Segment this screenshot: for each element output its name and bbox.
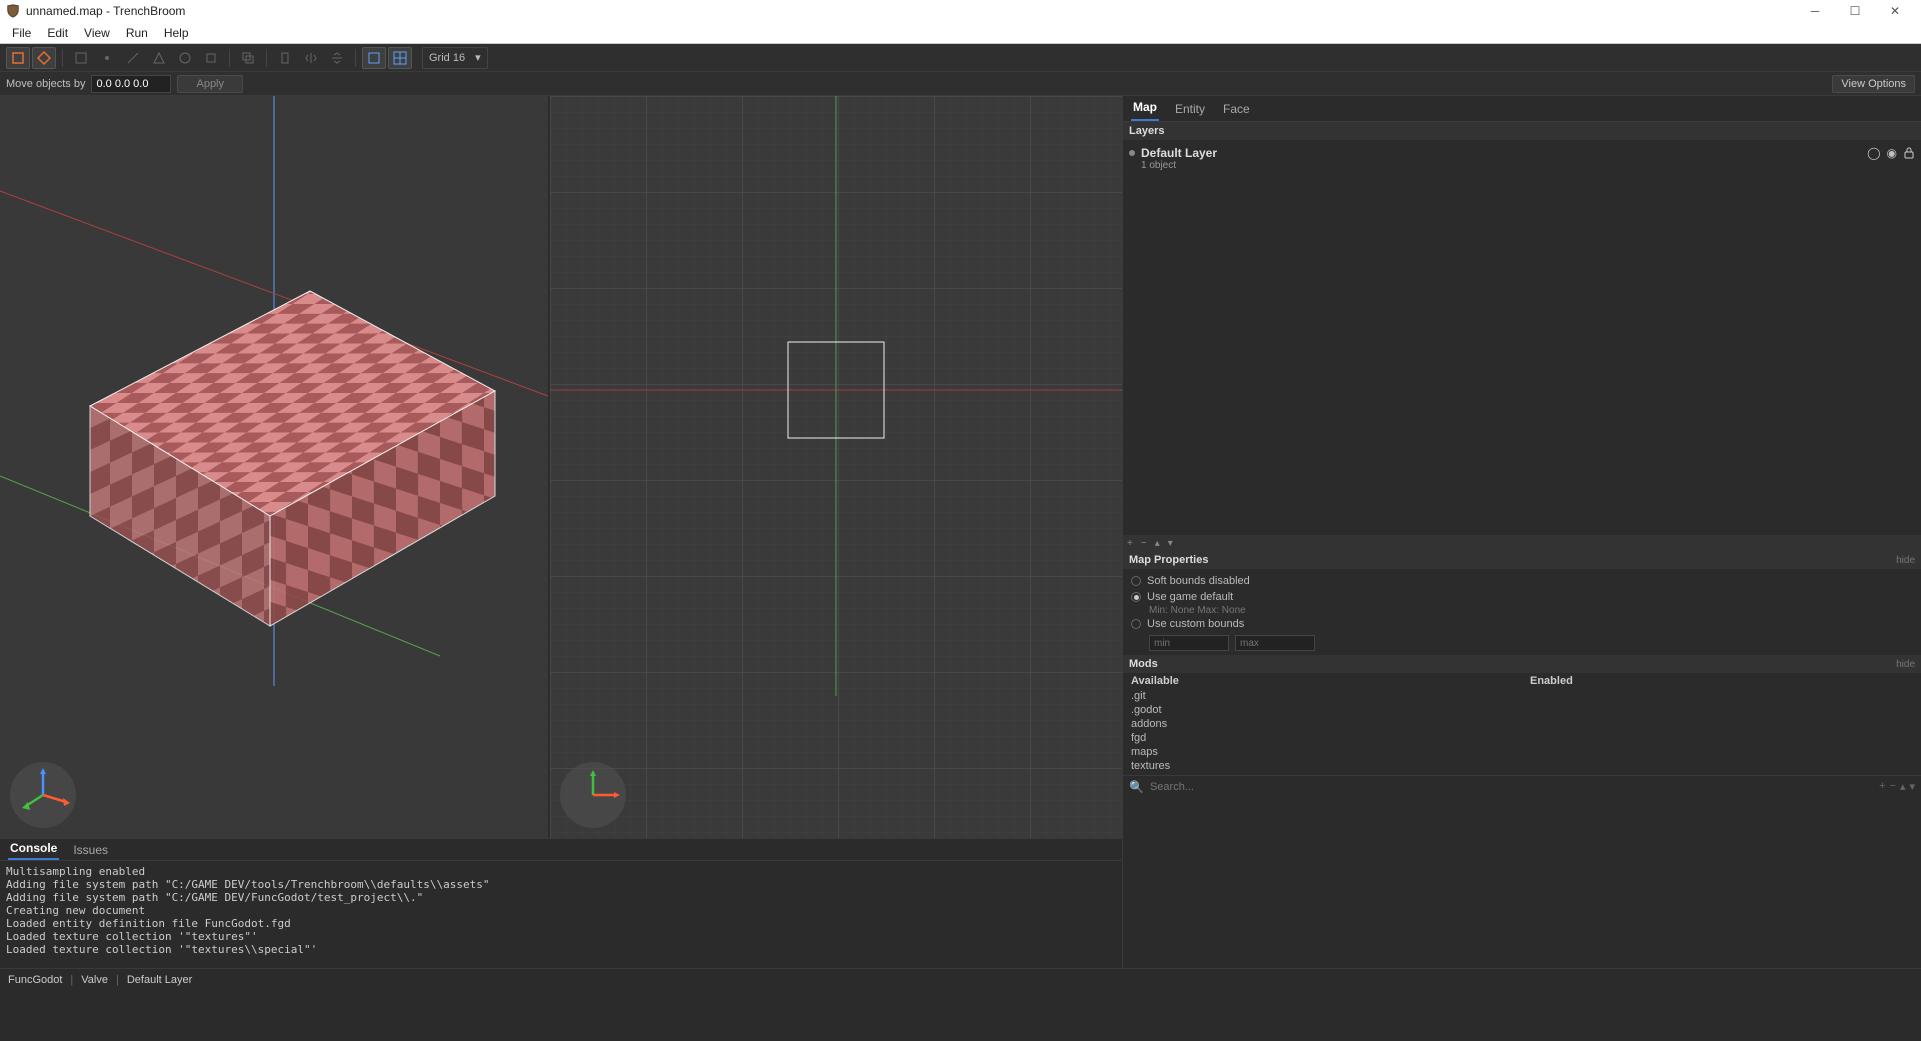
bounds-none-label: Min: None Max: None <box>1131 605 1913 616</box>
grid-toggle[interactable] <box>388 47 412 69</box>
menu-file[interactable]: File <box>4 24 39 42</box>
search-icon: 🔍 <box>1129 780 1144 794</box>
tab-map[interactable]: Map <box>1131 95 1159 121</box>
mods-header: Mods hide <box>1123 655 1921 673</box>
move-label: Move objects by <box>6 78 85 90</box>
add-mod-button[interactable]: + <box>1879 780 1885 793</box>
layer-toolbar: + − ▴ ▾ <box>1123 535 1921 551</box>
axis-widget-3d[interactable] <box>10 762 76 828</box>
movebar: Move objects by Apply View Options <box>0 72 1921 96</box>
mod-item[interactable]: textures <box>1131 759 1514 773</box>
layer-row[interactable]: Default Layer 1 object ◯ ◉ <box>1129 144 1915 173</box>
tool-duplicate[interactable] <box>273 47 297 69</box>
layer-lock-icon[interactable] <box>1903 147 1915 159</box>
status-layer: Default Layer <box>127 974 192 986</box>
mod-item[interactable]: .godot <box>1131 703 1514 717</box>
menu-run[interactable]: Run <box>118 24 156 42</box>
titlebar: unnamed.map - TrenchBroom ─ ☐ ✕ <box>0 0 1921 22</box>
mod-up-button[interactable]: ▴ <box>1900 780 1906 793</box>
mods-enabled-header: Enabled <box>1530 675 1913 687</box>
layer-active-icon[interactable]: ◯ <box>1867 146 1880 160</box>
map-properties: Soft bounds disabled Use game default Mi… <box>1123 569 1921 655</box>
layer-count: 1 object <box>1141 160 1217 171</box>
chevron-down-icon: ▾ <box>475 51 481 64</box>
view-options-button[interactable]: View Options <box>1832 75 1915 93</box>
radio-game-default[interactable]: Use game default <box>1131 589 1913 605</box>
layers-header: Layers <box>1123 122 1921 140</box>
move-input[interactable] <box>91 75 171 93</box>
status-game: FuncGodot <box>8 974 62 986</box>
tool-vertex[interactable] <box>95 47 119 69</box>
status-format: Valve <box>81 974 108 986</box>
side-panel: Map Entity Face Layers Default Layer 1 o… <box>1122 96 1921 968</box>
tool-brush[interactable] <box>32 47 56 69</box>
bounds-min-input[interactable] <box>1149 635 1229 651</box>
add-layer-button[interactable]: + <box>1127 538 1133 549</box>
window-title: unnamed.map - TrenchBroom <box>26 4 185 18</box>
remove-layer-button[interactable]: − <box>1141 538 1147 549</box>
mod-item[interactable]: addons <box>1131 717 1514 731</box>
move-down-button[interactable]: ▾ <box>1168 538 1173 549</box>
bullet-icon <box>1129 150 1135 156</box>
mod-item[interactable]: fgd <box>1131 731 1514 745</box>
tool-scale[interactable] <box>199 47 223 69</box>
maximize-button[interactable]: ☐ <box>1835 0 1875 22</box>
hide-link-mods[interactable]: hide <box>1896 659 1915 670</box>
menu-view[interactable]: View <box>76 24 118 42</box>
grid-size-select[interactable]: Grid 16 ▾ <box>422 47 488 69</box>
axis-widget-2d[interactable] <box>560 762 626 828</box>
tool-select[interactable] <box>6 47 30 69</box>
mods-available-header: Available <box>1131 675 1514 687</box>
minimize-button[interactable]: ─ <box>1795 0 1835 22</box>
move-up-button[interactable]: ▴ <box>1155 538 1160 549</box>
mods-search-row: 🔍 + − ▴ ▾ <box>1123 775 1921 797</box>
hide-link[interactable]: hide <box>1896 555 1915 566</box>
app-icon <box>6 4 20 18</box>
radio-custom-bounds[interactable]: Use custom bounds <box>1131 616 1913 632</box>
viewport-2d[interactable] <box>548 96 1122 838</box>
grid-size-label: Grid 16 <box>429 52 465 64</box>
tool-flip-h[interactable] <box>299 47 323 69</box>
radio-soft-bounds-disabled[interactable]: Soft bounds disabled <box>1131 573 1913 589</box>
console-panel: Console Issues Multisampling enabled Add… <box>0 838 1122 968</box>
mod-down-button[interactable]: ▾ <box>1909 780 1915 793</box>
console-output[interactable]: Multisampling enabled Adding file system… <box>0 861 1122 968</box>
tool-flip-v[interactable] <box>325 47 349 69</box>
mod-item[interactable]: .git <box>1131 689 1514 703</box>
search-input[interactable] <box>1150 781 1873 793</box>
tab-face[interactable]: Face <box>1221 97 1252 121</box>
mods-body: Available .git .godot addons fgd maps te… <box>1123 673 1921 775</box>
menu-help[interactable]: Help <box>156 24 197 42</box>
snap-toggle[interactable] <box>362 47 386 69</box>
bounds-max-input[interactable] <box>1235 635 1315 651</box>
tool-edge[interactable] <box>121 47 145 69</box>
menubar: File Edit View Run Help <box>0 22 1921 44</box>
mod-item[interactable]: maps <box>1131 745 1514 759</box>
tool-clip[interactable] <box>69 47 93 69</box>
tab-entity[interactable]: Entity <box>1173 97 1207 121</box>
map-props-header: Map Properties hide <box>1123 551 1921 569</box>
tab-issues[interactable]: Issues <box>71 840 110 860</box>
remove-mod-button[interactable]: − <box>1890 780 1896 793</box>
tool-face[interactable] <box>147 47 171 69</box>
toolbar: Grid 16 ▾ <box>0 44 1921 72</box>
layer-visible-icon[interactable]: ◉ <box>1887 146 1897 160</box>
tab-console[interactable]: Console <box>8 838 59 860</box>
menu-edit[interactable]: Edit <box>39 24 76 42</box>
tool-csg1[interactable] <box>236 47 260 69</box>
apply-button[interactable]: Apply <box>177 75 243 93</box>
layer-name: Default Layer <box>1141 146 1217 160</box>
layers-list: Default Layer 1 object ◯ ◉ <box>1123 140 1921 535</box>
viewport-3d[interactable] <box>0 96 548 838</box>
statusbar: FuncGodot | Valve | Default Layer <box>0 968 1921 991</box>
close-button[interactable]: ✕ <box>1875 0 1915 22</box>
tool-rotate[interactable] <box>173 47 197 69</box>
